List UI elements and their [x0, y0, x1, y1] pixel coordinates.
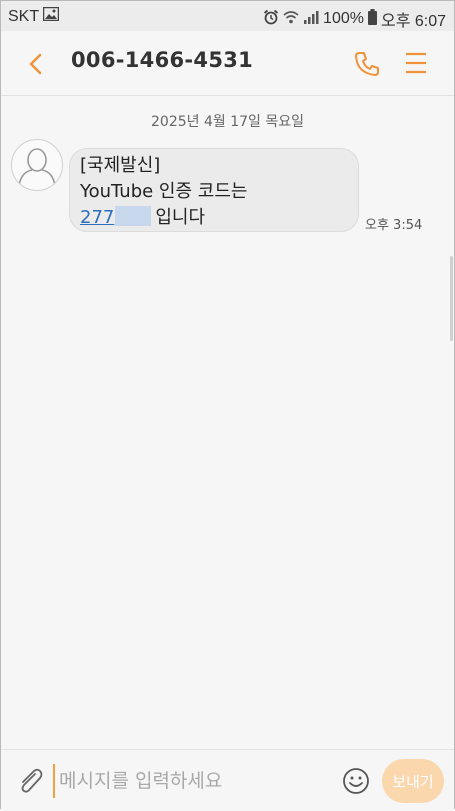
status-bar: SKT 100% 오후 6:07	[1, 1, 454, 31]
scrollbar[interactable]	[450, 256, 453, 341]
date-label: 2025년 4월 17일 목요일	[145, 114, 310, 130]
conversation-header: 006-1466-4531	[1, 31, 454, 96]
message-bubble[interactable]: [국제발신] YouTube 인증 코드는 277 입니다	[69, 148, 359, 232]
date-divider: 2025년 4월 17일 목요일	[1, 109, 454, 133]
contact-number-title: 006-1466-4531	[71, 48, 254, 72]
send-button[interactable]: 보내기	[382, 759, 444, 803]
carrier-label: SKT	[8, 7, 40, 25]
message-suffix: 입니다	[155, 207, 206, 228]
clock: 오후 6:07	[380, 13, 446, 30]
back-button[interactable]	[21, 49, 51, 79]
gallery-notification-icon	[42, 6, 60, 26]
paperclip-icon	[21, 768, 43, 793]
call-button[interactable]	[351, 48, 383, 80]
message-line-1: [국제발신]	[80, 155, 161, 176]
battery-percent: 100%	[323, 10, 364, 27]
attach-button[interactable]	[15, 766, 45, 796]
message-line-3: 277 입니다	[80, 205, 358, 231]
battery-icon	[367, 8, 377, 30]
message-line-2: YouTube 인증 코드는	[80, 181, 248, 202]
more-menu-button[interactable]	[403, 50, 429, 76]
phone-icon	[355, 52, 379, 76]
chevron-left-icon	[29, 53, 42, 75]
message-timestamp: 오후 3:54	[365, 218, 423, 233]
contact-avatar[interactable]	[11, 139, 63, 191]
message-input[interactable]	[53, 764, 331, 798]
redacted-code-mask	[115, 206, 152, 226]
menu-icon	[406, 52, 426, 74]
wifi-icon	[283, 9, 299, 30]
alarm-icon	[263, 9, 279, 30]
verification-code-link[interactable]: 277	[80, 207, 114, 228]
message-composer: 보내기	[1, 749, 454, 811]
smiley-icon	[343, 768, 369, 794]
signal-icon	[303, 9, 319, 30]
person-icon	[18, 148, 56, 187]
emoji-button[interactable]	[341, 766, 371, 796]
